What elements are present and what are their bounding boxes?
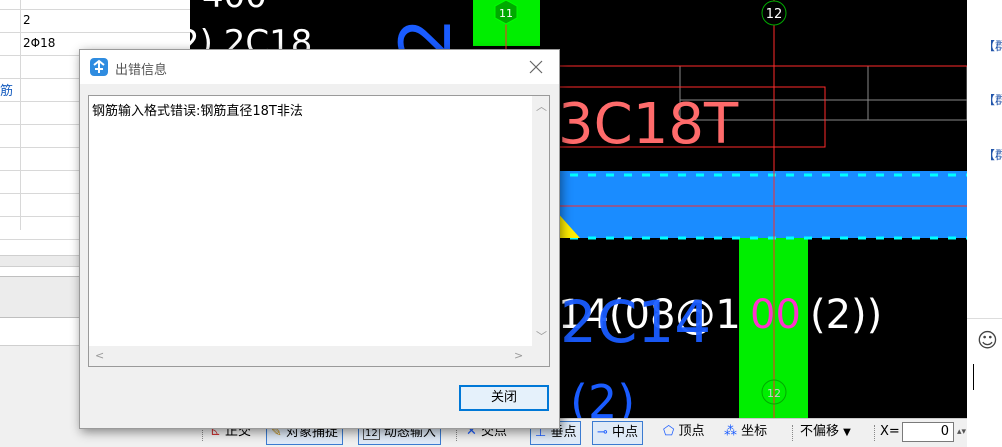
rebar-label: 2C14 [560,288,711,356]
coordinate-snap[interactable]: ⁂ 坐标 [724,421,767,443]
scroll-corner [532,346,549,366]
scroll-left-icon[interactable]: < [95,349,104,362]
right-panel: 【群 【群 【群 ☺ [967,0,1002,446]
error-message-text: 钢筋输入格式错误:钢筋直径18T非法 [92,104,303,119]
vertex-icon: ⬠ [663,424,675,439]
emoji-icon[interactable]: ☺ [977,328,998,352]
dimension-text: 400 [202,0,267,16]
error-dialog: 出错信息 钢筋输入格式错误:钢筋直径18T非法 ︿ ﹀ < > 关闭 [79,49,560,429]
dialog-titlebar[interactable]: 出错信息 [80,50,559,84]
axis-label: 12 [766,7,783,22]
scroll-up-icon[interactable]: ︿ [536,98,547,114]
property-value: 2Φ18 [23,36,56,50]
close-icon[interactable] [526,57,546,77]
rebar-label: (2)) [810,292,882,338]
property-value: 2 [23,13,31,27]
tag-link[interactable]: 【群 [983,146,1002,163]
separator [792,425,794,441]
tag-link[interactable]: 【群 [983,91,1002,108]
midpoint-icon: ⊸ [597,425,608,440]
error-message-textarea[interactable]: 钢筋输入格式错误:钢筋直径18T非法 ︿ ﹀ < > [88,95,550,367]
close-button[interactable]: 关闭 [459,385,549,411]
coordinate-icon: ⁂ [724,424,737,439]
rebar-label: 00 [750,292,801,338]
vertical-scrollbar[interactable]: ︿ ﹀ [532,96,549,346]
spin-arrows-icon[interactable]: ▴▾ [957,421,966,443]
chevron-down-icon: ▼ [843,427,851,438]
midpoint-snap[interactable]: ⊸ 中点 [592,421,644,445]
vertex-snap[interactable]: ⬠ 顶点 [663,421,704,443]
category-label: 筋 [0,84,14,99]
column-divider [20,0,21,230]
axis-label: 11 [499,7,513,20]
x-label: X= [880,424,900,439]
property-row[interactable]: 2 [0,9,190,33]
scroll-right-icon[interactable]: > [514,349,523,362]
rebar-label: (2) [570,375,635,418]
horizontal-scrollbar[interactable]: < > [89,346,532,366]
dialog-title: 出错信息 [115,63,168,78]
offset-mode-select[interactable]: 不偏移 ▼ [800,421,851,443]
app-logo-icon [90,58,108,76]
axis-label: 12 [767,387,781,400]
tag-link[interactable]: 【群 [983,37,1002,54]
divider [967,318,1002,319]
rebar-label-selected: 3C18T [558,92,739,157]
scroll-down-icon[interactable]: ﹀ [536,328,547,344]
separator [874,425,876,441]
x-coordinate-input[interactable]: 0 [902,422,954,442]
text-cursor [973,364,974,390]
